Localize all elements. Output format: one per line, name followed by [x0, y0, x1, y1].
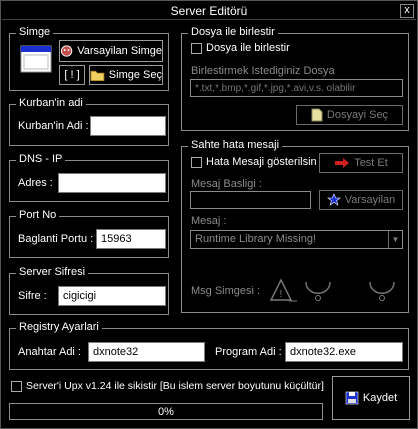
- document-icon: [311, 108, 323, 122]
- upx-checkbox[interactable]: [11, 381, 22, 392]
- registry-legend: Registry Ayarlari: [16, 321, 102, 333]
- port-label: Baglanti Portu :: [18, 233, 94, 245]
- program-name-label: Program Adi :: [215, 346, 282, 358]
- floppy-disk-icon: [345, 391, 359, 405]
- bracket-button[interactable]: [ ! ]: [59, 65, 85, 85]
- save-button-label: Kaydet: [362, 392, 398, 404]
- test-button[interactable]: Test Et: [319, 153, 403, 173]
- message-title-label: Mesaj Basligi :: [191, 178, 262, 190]
- select-file-button[interactable]: Dosyayi Seç: [296, 105, 403, 125]
- default-message-button[interactable]: Varsayilan: [319, 190, 403, 210]
- warning-icon[interactable]: !: [269, 277, 299, 305]
- message-select-value: Runtime Library Missing!: [195, 233, 317, 245]
- merge-file-hint: Birlestirmek Istediginiz Dosya: [191, 65, 335, 77]
- password-label: Sifre :: [18, 290, 47, 302]
- dns-label: Adres :: [18, 177, 53, 189]
- key-name-input[interactable]: [88, 342, 205, 362]
- kurban-label: Kurban'in Adi :: [18, 120, 89, 132]
- default-icon-button[interactable]: Varsayilan Simge: [59, 40, 163, 62]
- merge-file-checkbox[interactable]: [191, 43, 202, 54]
- dns-legend: DNS - IP: [16, 153, 66, 165]
- info-icon[interactable]: [366, 277, 398, 305]
- password-legend: Server Sifresi: [16, 266, 89, 278]
- select-icon-button[interactable]: Simge Seç: [89, 65, 163, 85]
- default-message-label: Varsayilan: [344, 194, 396, 206]
- select-icon-label: Simge Seç: [108, 69, 162, 81]
- port-legend: Port No: [16, 209, 60, 221]
- password-input[interactable]: [58, 286, 166, 306]
- select-file-label: Dosyayi Seç: [326, 109, 389, 121]
- title-bar[interactable]: Server Editörü x: [2, 2, 416, 20]
- fake-error-legend: Sahte hata mesaji: [188, 139, 283, 151]
- show-error-checkbox-label: Hata Mesaji gösterilsin: [206, 156, 317, 168]
- error-icon[interactable]: [301, 277, 335, 305]
- kurban-input[interactable]: [90, 116, 166, 136]
- upx-checkbox-label: Server'i Upx v1.24 ile sikistir [Bu isle…: [26, 380, 324, 392]
- default-icon-label: Varsayilan Simge: [77, 45, 162, 57]
- close-button[interactable]: x: [400, 4, 414, 18]
- simge-legend: Simge: [16, 26, 54, 38]
- message-icon-label: Msg Simgesi :: [191, 285, 261, 297]
- window-preview-icon: [20, 43, 52, 75]
- gear-icon: [60, 45, 73, 57]
- show-error-checkbox[interactable]: [191, 157, 202, 168]
- message-label: Mesaj :: [191, 215, 227, 227]
- merge-file-legend: Dosya ile birlestir: [188, 26, 278, 38]
- kurban-legend: Kurban'in adi: [16, 97, 86, 109]
- progress-text: 0%: [158, 406, 174, 418]
- address-input[interactable]: [58, 173, 166, 193]
- star-icon: [326, 193, 341, 206]
- merge-file-input[interactable]: [190, 79, 403, 97]
- chevron-down-icon: ▼: [388, 231, 402, 248]
- folder-icon: [90, 70, 105, 81]
- port-input[interactable]: [96, 229, 166, 249]
- test-button-label: Test Et: [354, 157, 388, 169]
- server-editor-window: Server Editörü x Simge Varsayilan Simge …: [0, 0, 418, 429]
- window-title: Server Editörü: [170, 4, 248, 18]
- progress-bar: 0%: [9, 403, 323, 420]
- key-name-label: Anahtar Adi :: [18, 346, 81, 358]
- svg-text:!: !: [280, 289, 283, 300]
- program-name-input[interactable]: [285, 342, 403, 362]
- message-title-input[interactable]: [190, 191, 311, 209]
- save-button[interactable]: Kaydet: [332, 376, 410, 420]
- message-select[interactable]: Runtime Library Missing! ▼: [190, 230, 403, 249]
- arrow-right-icon: [335, 158, 350, 168]
- merge-file-checkbox-label: Dosya ile birlestir: [206, 42, 290, 54]
